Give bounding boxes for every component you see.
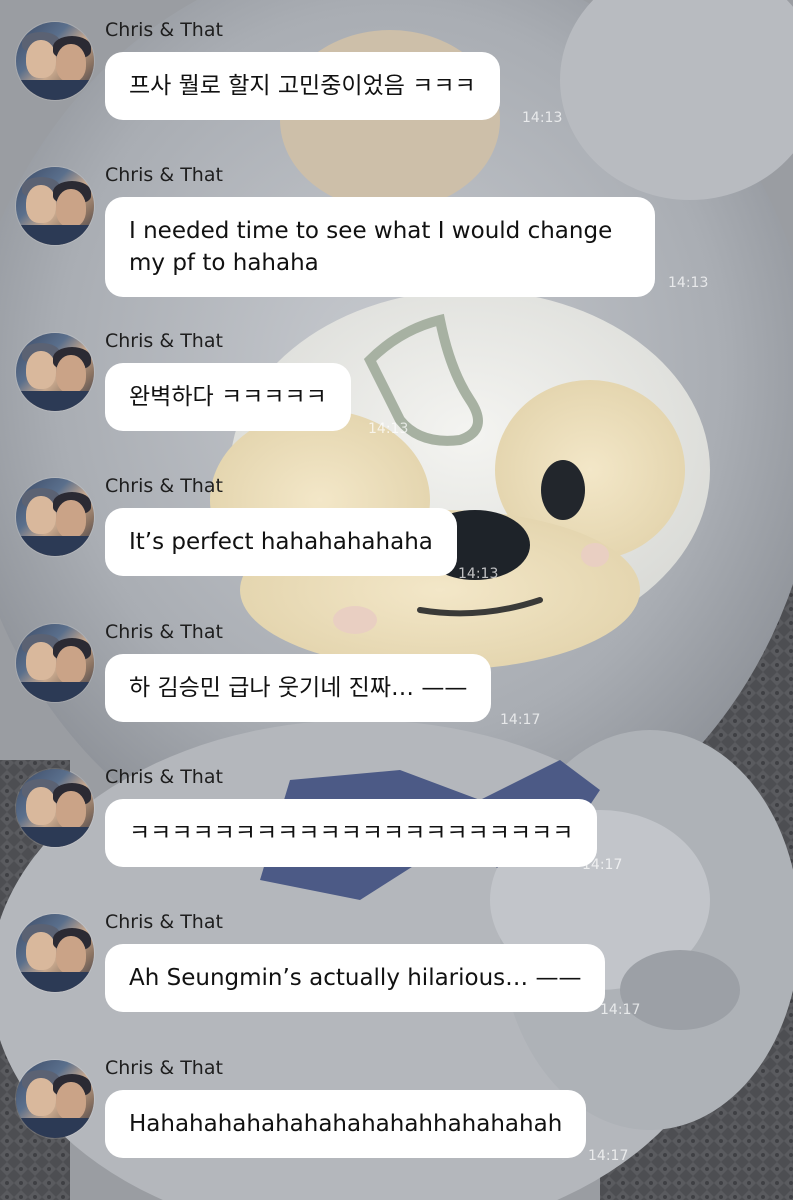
message-timestamp: 14:13 (368, 421, 409, 437)
message-timestamp: 14:17 (582, 857, 623, 873)
message-bubble[interactable]: Hahahahahahahahahahahhahahahah (105, 1090, 587, 1158)
sender-avatar[interactable] (16, 167, 94, 245)
message-timestamp: 14:13 (668, 275, 709, 291)
message-timestamp: 14:13 (522, 110, 563, 126)
message-bubble[interactable]: I needed time to see what I would change… (105, 197, 655, 297)
message-timestamp: 14:17 (500, 712, 541, 728)
message-bubble[interactable]: 하 김승민 급나 웃기네 진짜… —— (105, 654, 492, 722)
message-timestamp: 14:17 (600, 1002, 641, 1018)
sender-avatar[interactable] (16, 914, 94, 992)
sender-name: Chris & That (105, 911, 223, 933)
sender-avatar[interactable] (16, 1060, 94, 1138)
sender-avatar[interactable] (16, 333, 94, 411)
chat-message-row: Chris & That I needed time to see what I… (0, 145, 793, 315)
message-timestamp: 14:17 (588, 1148, 629, 1164)
sender-avatar[interactable] (16, 478, 94, 556)
sender-avatar[interactable] (16, 624, 94, 702)
message-bubble[interactable]: It’s perfect hahahahahaha (105, 508, 457, 576)
chat-message-row: Chris & That ㅋㅋㅋㅋㅋㅋㅋㅋㅋㅋㅋㅋㅋㅋㅋㅋㅋㅋㅋㅋㅋ 14:17 (0, 747, 793, 887)
chat-message-row: Chris & That 완벽하다 ㅋㅋㅋㅋㅋ 14:13 (0, 311, 793, 451)
message-bubble[interactable]: Ah Seungmin’s actually hilarious… —— (105, 944, 606, 1012)
chat-message-row: Chris & That Hahahahahahahahahahahhahaha… (0, 1038, 793, 1178)
sender-name: Chris & That (105, 621, 223, 643)
chat-message-list[interactable]: Chris & That 프사 뭘로 할지 고민중이었음 ㅋㅋㅋ 14:13 C… (0, 0, 793, 1200)
message-bubble[interactable]: 프사 뭘로 할지 고민중이었음 ㅋㅋㅋ (105, 52, 500, 120)
chat-message-row: Chris & That It’s perfect hahahahahaha 1… (0, 456, 793, 596)
sender-name: Chris & That (105, 1057, 223, 1079)
sender-avatar[interactable] (16, 769, 94, 847)
chat-message-row: Chris & That 프사 뭘로 할지 고민중이었음 ㅋㅋㅋ 14:13 (0, 0, 793, 140)
chat-message-row: Chris & That 하 김승민 급나 웃기네 진짜… —— 14:17 (0, 602, 793, 742)
sender-name: Chris & That (105, 475, 223, 497)
sender-name: Chris & That (105, 164, 223, 186)
message-bubble[interactable]: ㅋㅋㅋㅋㅋㅋㅋㅋㅋㅋㅋㅋㅋㅋㅋㅋㅋㅋㅋㅋㅋ (105, 799, 598, 867)
chat-message-row: Chris & That Ah Seungmin’s actually hila… (0, 892, 793, 1032)
sender-name: Chris & That (105, 766, 223, 788)
sender-name: Chris & That (105, 19, 223, 41)
sender-avatar[interactable] (16, 22, 94, 100)
sender-name: Chris & That (105, 330, 223, 352)
message-bubble[interactable]: 완벽하다 ㅋㅋㅋㅋㅋ (105, 363, 351, 431)
message-timestamp: 14:13 (458, 566, 499, 582)
